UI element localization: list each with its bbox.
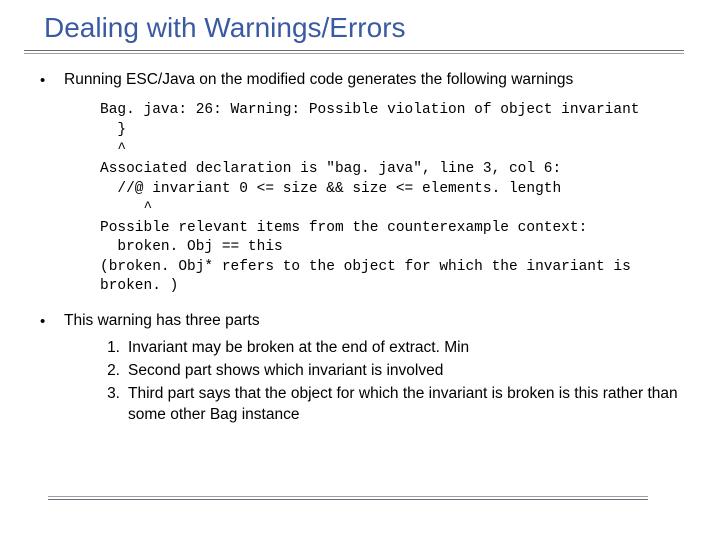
- bullet-dot-icon: •: [40, 70, 64, 91]
- list-item: 2. Second part shows which invariant is …: [92, 361, 680, 382]
- bullet-1-text: Running ESC/Java on the modified code ge…: [64, 70, 680, 91]
- code-line: //@ invariant 0 <= size && size <= eleme…: [100, 181, 561, 197]
- bullet-2-text: This warning has three parts: [64, 311, 680, 332]
- code-line: broken. ): [100, 278, 178, 294]
- bullet-1: • Running ESC/Java on the modified code …: [40, 70, 680, 91]
- list-number: 3.: [92, 384, 128, 405]
- code-line: Bag. java: 26: Warning: Possible violati…: [100, 102, 640, 118]
- list-text: Invariant may be broken at the end of ex…: [128, 338, 680, 359]
- footer-rule-top: [48, 496, 648, 497]
- bullet-dot-icon: •: [40, 311, 64, 332]
- slide: Dealing with Warnings/Errors • Running E…: [0, 0, 720, 540]
- footer-rule-bottom: [48, 499, 648, 500]
- code-line: (broken. Obj* refers to the object for w…: [100, 259, 631, 275]
- code-line: broken. Obj == this: [100, 239, 283, 255]
- title-area: Dealing with Warnings/Errors: [0, 0, 720, 44]
- list-number: 1.: [92, 338, 128, 359]
- list-text: Second part shows which invariant is inv…: [128, 361, 680, 382]
- code-line: Associated declaration is "bag. java", l…: [100, 161, 561, 177]
- code-line: }: [100, 122, 126, 138]
- bullet-2: • This warning has three parts: [40, 311, 680, 332]
- code-block: Bag. java: 26: Warning: Possible violati…: [100, 101, 680, 297]
- footer-rules: [24, 496, 684, 500]
- code-line: Possible relevant items from the counter…: [100, 220, 587, 236]
- title-rule-top: [24, 50, 684, 51]
- list-item: 3. Third part says that the object for w…: [92, 384, 680, 426]
- list-number: 2.: [92, 361, 128, 382]
- numbered-list: 1. Invariant may be broken at the end of…: [92, 338, 680, 426]
- list-item: 1. Invariant may be broken at the end of…: [92, 338, 680, 359]
- slide-title: Dealing with Warnings/Errors: [44, 12, 720, 44]
- content-area: • Running ESC/Java on the modified code …: [0, 54, 720, 426]
- code-line: ^: [100, 141, 126, 157]
- code-line: ^: [100, 200, 152, 216]
- list-text: Third part says that the object for whic…: [128, 384, 680, 426]
